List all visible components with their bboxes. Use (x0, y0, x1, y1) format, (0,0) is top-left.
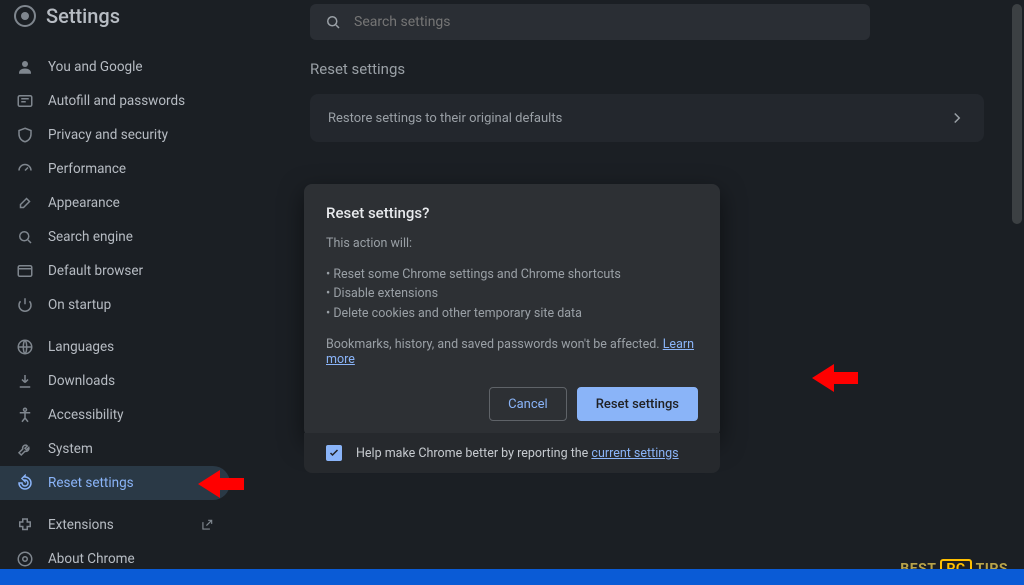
sidebar-item-on-startup[interactable]: On startup (0, 288, 230, 322)
annotation-arrow-sidebar (198, 466, 244, 502)
window-icon (16, 262, 34, 280)
accessibility-icon (16, 406, 34, 424)
sidebar-item-search-engine[interactable]: Search engine (0, 220, 230, 254)
sidebar-item-label: Accessibility (48, 407, 214, 423)
scrollbar-thumb[interactable] (1012, 4, 1022, 224)
sidebar-item-label: System (48, 441, 214, 457)
sidebar-item-downloads[interactable]: Downloads (0, 364, 230, 398)
row-label: Restore settings to their original defau… (328, 111, 562, 126)
sidebar: Settings You and Google Autofill and pas… (0, 0, 230, 585)
sidebar-item-label: Search engine (48, 229, 214, 245)
brand-title: Settings (46, 4, 120, 28)
sidebar-item-label: Autofill and passwords (48, 93, 214, 109)
sidebar-item-label: Extensions (48, 517, 186, 533)
sidebar-item-label: Default browser (48, 263, 214, 279)
sidebar-item-label: Performance (48, 161, 214, 177)
person-icon (16, 58, 34, 76)
dialog-lead: This action will: (326, 236, 698, 251)
sidebar-item-system[interactable]: System (0, 432, 230, 466)
external-link-icon (200, 518, 214, 532)
sidebar-item-label: About Chrome (48, 551, 214, 567)
search-input[interactable] (354, 14, 856, 30)
search-bar[interactable] (310, 4, 870, 40)
sidebar-item-label: Appearance (48, 195, 214, 211)
sidebar-item-performance[interactable]: Performance (0, 152, 230, 186)
reset-defaults-row[interactable]: Restore settings to their original defau… (310, 94, 984, 142)
cancel-button[interactable]: Cancel (489, 387, 567, 421)
current-settings-link[interactable]: current settings (591, 446, 678, 461)
sidebar-item-privacy[interactable]: Privacy and security (0, 118, 230, 152)
dialog-footnote: Bookmarks, history, and saved passwords … (326, 337, 698, 367)
sidebar-item-label: Reset settings (48, 475, 214, 491)
taskbar-sliver (0, 569, 1024, 585)
annotation-arrow-reset-button (812, 360, 858, 396)
shield-icon (16, 126, 34, 144)
sidebar-item-default-browser[interactable]: Default browser (0, 254, 230, 288)
sidebar-item-reset-settings[interactable]: Reset settings (0, 466, 230, 500)
search-icon (16, 228, 34, 246)
dialog-title: Reset settings? (326, 204, 698, 222)
report-checkbox-label: Help make Chrome better by reporting the… (356, 446, 679, 461)
download-icon (16, 372, 34, 390)
puzzle-icon (16, 516, 34, 534)
section-heading: Reset settings (310, 60, 984, 78)
search-icon (324, 13, 342, 31)
sidebar-item-label: Downloads (48, 373, 214, 389)
chrome-icon (16, 550, 34, 568)
speedometer-icon (16, 160, 34, 178)
dialog-report-strip: Help make Chrome better by reporting the… (304, 433, 720, 473)
brush-icon (16, 194, 34, 212)
sidebar-nav: You and Google Autofill and passwords Pr… (0, 42, 230, 576)
dialog-bullet: Delete cookies and other temporary site … (326, 304, 698, 323)
settings-app: Settings You and Google Autofill and pas… (0, 0, 1024, 585)
dialog-bullet-list: Reset some Chrome settings and Chrome sh… (326, 265, 698, 323)
reset-settings-button[interactable]: Reset settings (577, 387, 698, 421)
autofill-icon (16, 92, 34, 110)
sidebar-item-label: Languages (48, 339, 214, 355)
settings-gear-icon (14, 5, 36, 27)
sidebar-item-you-and-google[interactable]: You and Google (0, 50, 230, 84)
scrollbar[interactable] (1010, 0, 1024, 585)
sidebar-item-appearance[interactable]: Appearance (0, 186, 230, 220)
sidebar-item-extensions[interactable]: Extensions (0, 508, 230, 542)
brand: Settings (0, 0, 230, 42)
sidebar-item-languages[interactable]: Languages (0, 330, 230, 364)
report-checkbox[interactable] (326, 445, 342, 461)
sidebar-item-accessibility[interactable]: Accessibility (0, 398, 230, 432)
sidebar-item-autofill[interactable]: Autofill and passwords (0, 84, 230, 118)
restore-icon (16, 474, 34, 492)
dialog-bullet: Reset some Chrome settings and Chrome sh… (326, 265, 698, 284)
power-icon (16, 296, 34, 314)
dialog-bullet: Disable extensions (326, 284, 698, 303)
wrench-icon (16, 440, 34, 458)
reset-settings-dialog: Reset settings? This action will: Reset … (304, 184, 720, 437)
chevron-right-icon (948, 109, 966, 127)
globe-icon (16, 338, 34, 356)
sidebar-item-label: Privacy and security (48, 127, 214, 143)
sidebar-item-label: You and Google (48, 59, 214, 75)
sidebar-item-label: On startup (48, 297, 214, 313)
